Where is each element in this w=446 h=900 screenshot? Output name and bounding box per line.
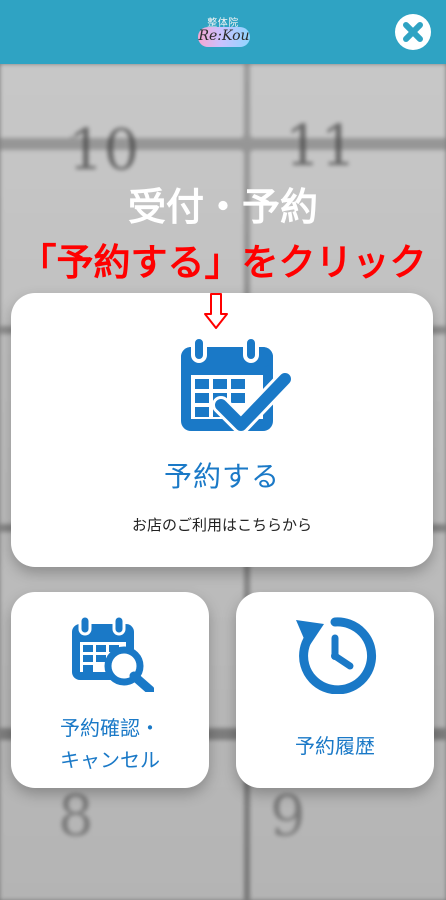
instruction-text: 「予約する」をクリック bbox=[19, 241, 427, 284]
make-reservation-label: 予約する bbox=[163, 460, 280, 493]
brand-logo: 整体院 Re:Kou bbox=[190, 14, 256, 52]
close-button[interactable] bbox=[395, 14, 431, 50]
brand-logo-script-text: Re:Kou bbox=[198, 28, 250, 44]
brand-logo-highlight: Re:Kou bbox=[198, 27, 250, 47]
history-label: 予約履歴 bbox=[295, 734, 375, 758]
history-icon bbox=[296, 617, 376, 694]
calendar-search-icon bbox=[72, 614, 154, 692]
calendar-check-icon bbox=[181, 335, 291, 434]
make-reservation-subtext: お店のご利用はこちらから bbox=[131, 516, 312, 534]
make-reservation-card[interactable]: 予約する お店のご利用はこちらから bbox=[11, 293, 433, 567]
bg-number-8: 8 bbox=[58, 784, 94, 849]
bg-number-11: 11 bbox=[285, 114, 357, 179]
history-card[interactable]: 予約履歴 bbox=[236, 592, 434, 788]
down-arrow-icon bbox=[204, 293, 228, 329]
close-icon bbox=[403, 22, 423, 42]
bg-number-9: 9 bbox=[270, 784, 306, 849]
check-cancel-label-line-2: キャンセル bbox=[60, 748, 160, 772]
page-title: 受付・予約 bbox=[127, 185, 318, 229]
bg-number-10: 10 bbox=[68, 118, 140, 183]
check-cancel-label-line-1: 予約確認・ bbox=[60, 716, 160, 740]
check-cancel-card[interactable]: 予約確認・ キャンセル bbox=[11, 592, 209, 788]
app-header: 整体院 Re:Kou bbox=[0, 0, 446, 64]
